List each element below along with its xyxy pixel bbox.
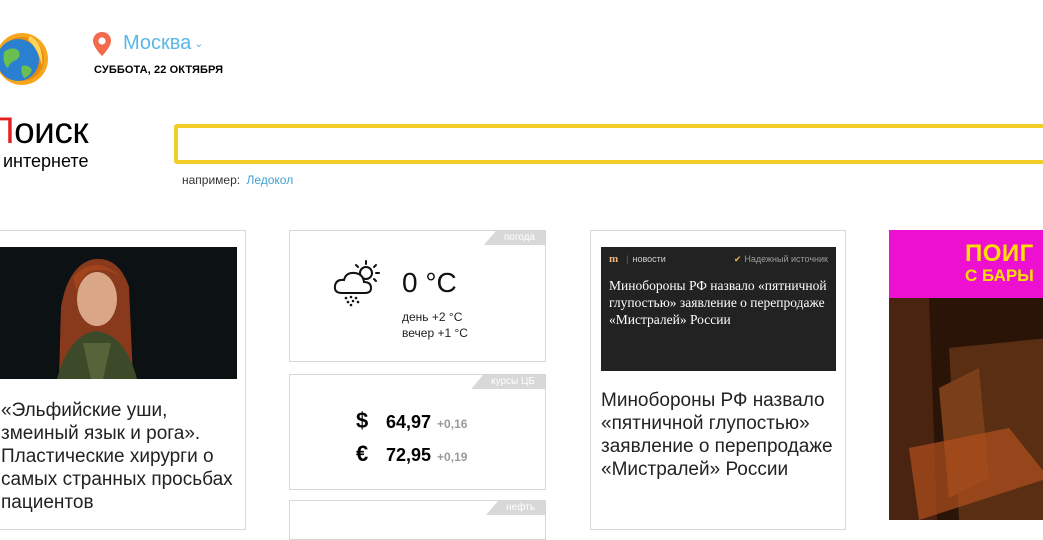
news-card[interactable]: m | новости ✔ Надежный источник Минобороны … bbox=[590, 230, 846, 530]
trusted-source-badge: ✔ Надежный источник bbox=[734, 254, 828, 265]
news-source-logo: m bbox=[609, 253, 619, 265]
story-card[interactable]: «Эльфийские уши, змеиный язык и рога». П… bbox=[0, 230, 246, 530]
search-hint: например: Ледокол bbox=[182, 173, 293, 187]
brand-title-rest: оиск bbox=[14, 110, 89, 151]
weather-card[interactable]: погода 0 °C день +2 °C вечер +1 °C bbox=[289, 230, 546, 362]
search-hint-label: например: bbox=[182, 173, 241, 187]
currency-card[interactable]: курсы ЦБ $ 64,97 +0,16 € 72,95 +0,19 bbox=[289, 374, 546, 490]
dollar-icon: $ bbox=[356, 408, 369, 433]
brand-red-letter: П bbox=[0, 110, 15, 151]
city-name[interactable]: Москва bbox=[123, 32, 191, 55]
search-hint-link[interactable]: Ледокол bbox=[246, 173, 293, 187]
story-photo[interactable] bbox=[0, 247, 237, 379]
rate-change: +0,16 bbox=[437, 417, 468, 431]
rate-eur: € 72,95 +0,19 bbox=[356, 441, 467, 467]
rate-change: +0,19 bbox=[437, 450, 468, 464]
news-source: m | новости bbox=[609, 253, 666, 265]
chevron-down-icon[interactable]: ⌄ bbox=[194, 37, 203, 50]
trusted-source-label: Надежный источник bbox=[744, 253, 828, 264]
oil-card[interactable]: нефть bbox=[289, 500, 546, 540]
story-title[interactable]: «Эльфийские уши, змеиный язык и рога». П… bbox=[1, 399, 241, 514]
news-preview[interactable]: m | новости ✔ Надежный источник Минобороны … bbox=[601, 247, 836, 371]
ad-image bbox=[889, 298, 1043, 520]
rate-value: 72,95 bbox=[386, 445, 432, 465]
current-date: СУББОТА, 22 ОКТЯБРЯ bbox=[94, 64, 224, 76]
news-header: m | новости ✔ Надежный источник bbox=[609, 253, 828, 265]
weather-tag: погода bbox=[483, 231, 545, 245]
weather-temperature: 0 °C bbox=[402, 267, 457, 298]
euro-icon: € bbox=[356, 441, 369, 466]
check-icon: ✔ bbox=[733, 253, 742, 264]
search-box[interactable] bbox=[174, 124, 1043, 164]
location-pin-icon bbox=[92, 31, 112, 57]
ad-subline: С БАРЫ bbox=[965, 266, 1034, 285]
cloud-sun-snow-icon bbox=[332, 259, 384, 307]
search-input[interactable] bbox=[178, 128, 1043, 160]
weather-day: день +2 °C bbox=[402, 310, 463, 324]
app-logo-globe[interactable] bbox=[0, 28, 50, 88]
search-brand-title: Поиск bbox=[0, 110, 89, 151]
news-preview-text: Минобороны РФ назвало «пятничной глупост… bbox=[609, 278, 827, 327]
ad-banner[interactable]: ПОИГ С БАРЫ bbox=[889, 230, 1043, 520]
news-title[interactable]: Минобороны РФ назвало «пятничной глупост… bbox=[601, 389, 839, 481]
news-source-label: новости bbox=[632, 254, 666, 264]
currency-tag: курсы ЦБ bbox=[471, 375, 545, 389]
oil-tag: нефть bbox=[486, 501, 545, 515]
rate-value: 64,97 bbox=[386, 412, 432, 432]
weather-evening: вечер +1 °C bbox=[402, 326, 468, 340]
ad-headline: ПОИГ bbox=[965, 240, 1034, 267]
city-selector[interactable]: Москва ⌄ bbox=[123, 32, 204, 55]
search-brand-subtitle: интернете bbox=[3, 151, 89, 171]
rate-usd: $ 64,97 +0,16 bbox=[356, 408, 467, 434]
